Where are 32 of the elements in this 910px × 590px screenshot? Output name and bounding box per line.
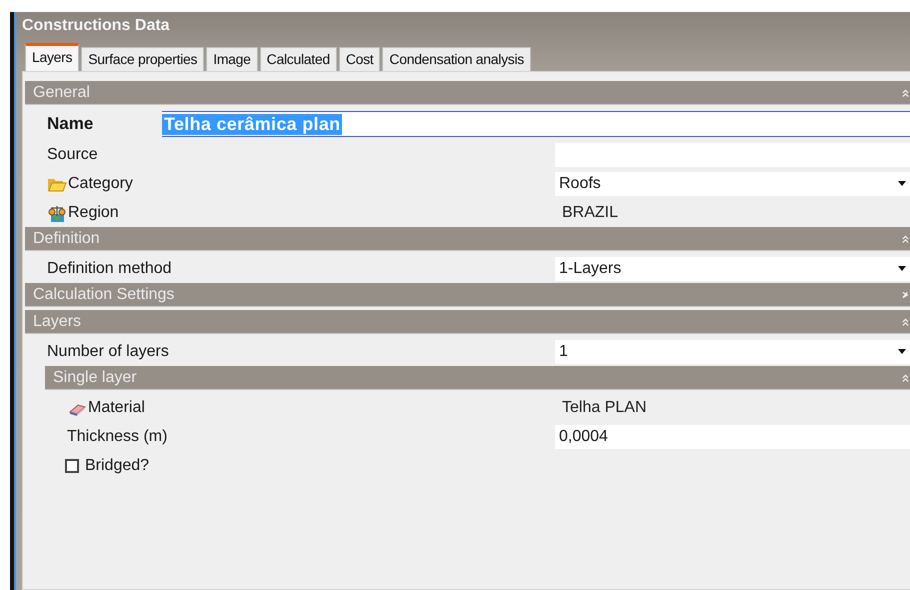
dropdown-arrow-icon — [898, 181, 906, 186]
tab[interactable]: Condensation analysis — [382, 47, 531, 71]
tab[interactable]: Cost — [338, 47, 380, 71]
expand-icon — [902, 290, 909, 300]
tab[interactable]: Calculated — [260, 47, 337, 71]
tab[interactable]: Layers — [25, 43, 80, 71]
collapse-icon — [902, 88, 909, 98]
dropdown[interactable]: 1-Layers — [555, 256, 910, 280]
dropdown[interactable]: Roofs — [555, 172, 910, 196]
property-value: BRAZIL — [561, 204, 618, 222]
collapse-icon — [902, 372, 909, 382]
tab[interactable]: Image — [206, 47, 258, 71]
collapse-icon — [902, 316, 909, 326]
collapse-icon — [902, 234, 909, 244]
checkbox[interactable] — [65, 458, 79, 472]
property-value: Telha PLAN — [561, 398, 646, 416]
property-label: Number of layers — [47, 342, 169, 360]
property-label: Category — [68, 174, 133, 192]
input-field[interactable]: 0,0004 — [555, 424, 910, 448]
dropdown-arrow-icon — [898, 266, 906, 271]
scales-globe-icon — [47, 204, 67, 222]
property-label: Definition method — [47, 260, 172, 278]
property-label: Bridged? — [85, 456, 150, 474]
window-title: Constructions Data — [22, 16, 171, 36]
tab[interactable]: Surface properties — [81, 47, 204, 71]
property-label: Name — [47, 114, 94, 134]
dropdown-arrow-icon — [898, 349, 906, 354]
property-label: Region — [68, 204, 119, 222]
dropdown[interactable]: 1 — [555, 340, 910, 364]
property-label: Source — [47, 146, 98, 164]
property-label: Material — [88, 398, 145, 416]
property-label: Thickness (m) — [67, 428, 168, 446]
